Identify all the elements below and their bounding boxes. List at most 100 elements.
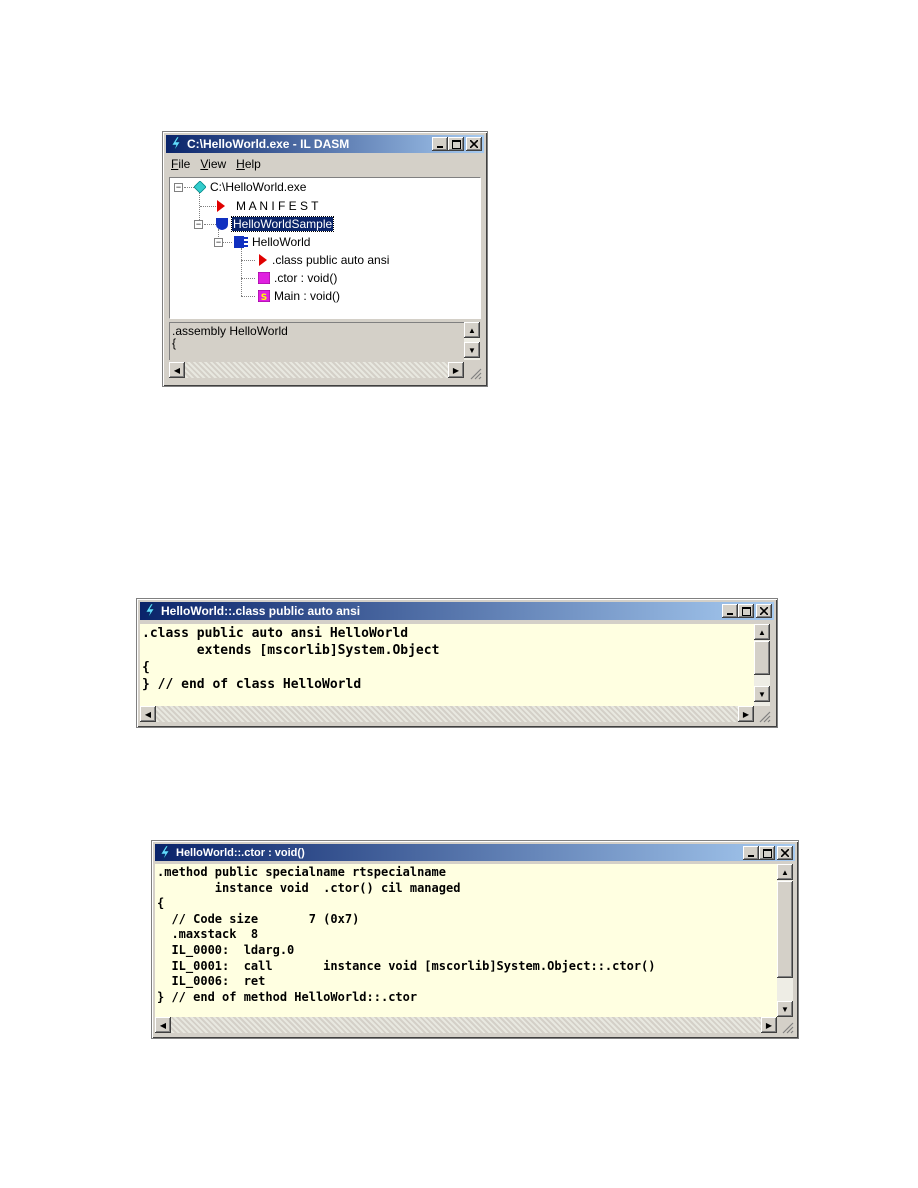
- ctor-code-text[interactable]: .method public specialname rtspecialname…: [155, 864, 777, 1017]
- scroll-right-button[interactable]: ▶: [448, 362, 464, 378]
- resize-grip-icon[interactable]: [468, 366, 482, 380]
- scroll-right-icon: ▶: [742, 709, 750, 719]
- menu-file[interactable]: File: [171, 157, 190, 171]
- tree-item-class-decl[interactable]: .class public auto ansi: [258, 251, 389, 269]
- scroll-down-button[interactable]: ▼: [464, 342, 480, 358]
- scroll-up-button[interactable]: ▲: [777, 864, 793, 880]
- maximize-button[interactable]: [738, 604, 754, 618]
- ildasm-app-icon: [145, 603, 155, 619]
- minimize-icon: [727, 613, 733, 615]
- class-titlebar[interactable]: HelloWorld::.class public auto ansi: [140, 602, 774, 620]
- menu-view[interactable]: View: [200, 157, 226, 171]
- ildasm-titlebar[interactable]: C:\HelloWorld.exe - IL DASM: [166, 135, 484, 153]
- scroll-up-icon: ▲: [468, 325, 476, 335]
- scroll-up-icon: ▲: [781, 867, 789, 877]
- scroll-up-button[interactable]: ▲: [754, 624, 770, 640]
- scroll-up-button[interactable]: ▲: [464, 322, 480, 338]
- ildasm-window: C:\HelloWorld.exe - IL DASM File View He…: [162, 131, 488, 387]
- class-decl-triangle-icon: [259, 254, 267, 266]
- tree-connector: [241, 248, 242, 296]
- info-line: {: [172, 336, 177, 350]
- tree-item-ctor[interactable]: .ctor : void(): [258, 269, 337, 287]
- tree-label-ctor: .ctor : void(): [274, 271, 338, 285]
- scroll-left-icon: ◀: [173, 365, 181, 375]
- scroll-down-button[interactable]: ▼: [777, 1001, 793, 1017]
- scroll-right-button[interactable]: ▶: [761, 1017, 777, 1033]
- scroll-left-button[interactable]: ◀: [140, 706, 156, 722]
- expander-minus-icon[interactable]: −: [214, 238, 223, 247]
- menu-view-key: V: [200, 157, 209, 171]
- info-line: .assembly HelloWorld: [172, 324, 288, 338]
- menu-file-rest: ile: [178, 157, 191, 171]
- resize-grip-icon[interactable]: [757, 709, 771, 723]
- menu-help[interactable]: Help: [236, 157, 261, 171]
- scroll-left-button[interactable]: ◀: [169, 362, 185, 378]
- scroll-down-button[interactable]: ▼: [754, 686, 770, 702]
- menu-help-rest: elp: [244, 157, 261, 171]
- tree-label-root: C:\HelloWorld.exe: [210, 180, 307, 194]
- maximize-button[interactable]: [448, 137, 464, 151]
- tree-label-namespace: HelloWorldSample: [230, 216, 335, 232]
- scroll-thumb[interactable]: [754, 641, 770, 675]
- close-icon: [470, 140, 478, 148]
- tree-connector: [222, 242, 232, 243]
- ctor-titlebar[interactable]: HelloWorld::.ctor : void(): [155, 844, 795, 861]
- scroll-thumb[interactable]: [777, 881, 793, 978]
- scroll-right-icon: ▶: [765, 1020, 773, 1030]
- scroll-right-icon: ▶: [452, 365, 460, 375]
- tree-label-class-decl: .class public auto ansi: [272, 253, 390, 267]
- manifest-triangle-icon: [217, 200, 225, 212]
- class-icon: [234, 236, 248, 248]
- resize-grip-icon[interactable]: [780, 1020, 794, 1034]
- minimize-icon: [437, 146, 443, 148]
- ildasm-app-icon: [171, 136, 181, 152]
- menu-view-rest: iew: [208, 157, 227, 171]
- tree-view[interactable]: − − − C:\HelloWorld.exe M A N I F E S T …: [169, 177, 481, 319]
- namespace-shield-icon: [216, 218, 228, 230]
- class-vertical-scrollbar[interactable]: ▲ ▼: [754, 624, 770, 706]
- info-vertical-scrollbar[interactable]: ▲ ▼: [464, 322, 480, 360]
- scroll-down-icon: ▼: [468, 345, 476, 355]
- minimize-button[interactable]: [722, 604, 738, 618]
- tree-item-main[interactable]: S Main : void(): [258, 287, 340, 305]
- tree-connector: [241, 296, 255, 297]
- tree-connector: [241, 260, 255, 261]
- assembly-diamond-icon: [194, 181, 206, 193]
- tree-label-main: Main : void(): [274, 289, 341, 303]
- expander-minus-icon[interactable]: −: [194, 220, 203, 229]
- close-button[interactable]: [756, 604, 772, 618]
- tree-item-root[interactable]: C:\HelloWorld.exe: [194, 178, 306, 196]
- ildasm-app-icon: [160, 845, 170, 860]
- class-horizontal-scrollbar[interactable]: ◀ ▶: [140, 706, 754, 722]
- ctor-horizontal-scrollbar[interactable]: ◀ ▶: [155, 1017, 777, 1033]
- scroll-left-button[interactable]: ◀: [155, 1017, 171, 1033]
- scroll-left-icon: ◀: [159, 1020, 167, 1030]
- minimize-button[interactable]: [432, 137, 448, 151]
- info-horizontal-scrollbar[interactable]: ◀ ▶: [169, 362, 464, 378]
- tree-item-namespace[interactable]: HelloWorldSample: [216, 215, 335, 233]
- method-icon: [258, 272, 270, 284]
- close-icon: [781, 849, 789, 857]
- menu-bar: File View Help: [167, 155, 267, 173]
- tree-item-class[interactable]: HelloWorld: [234, 233, 310, 251]
- class-window: HelloWorld::.class public auto ansi .cla…: [136, 598, 778, 728]
- maximize-button[interactable]: [759, 846, 775, 860]
- info-pane[interactable]: .assembly HelloWorld {: [169, 322, 464, 360]
- class-code-text[interactable]: .class public auto ansi HelloWorld exten…: [140, 624, 754, 706]
- svg-text:S: S: [261, 293, 267, 302]
- scroll-right-button[interactable]: ▶: [738, 706, 754, 722]
- scroll-down-icon: ▼: [758, 689, 766, 699]
- tree-label-class: HelloWorld: [252, 235, 311, 249]
- maximize-icon: [762, 848, 772, 858]
- minimize-button[interactable]: [743, 846, 759, 860]
- menu-help-key: H: [236, 157, 245, 171]
- ctor-window-title: HelloWorld::.ctor : void(): [176, 846, 305, 859]
- tree-connector: [204, 224, 216, 225]
- close-button[interactable]: [466, 137, 482, 151]
- expander-minus-icon[interactable]: −: [174, 183, 183, 192]
- maximize-icon: [451, 139, 461, 149]
- tree-item-manifest[interactable]: M A N I F E S T: [216, 197, 318, 215]
- close-icon: [760, 607, 768, 615]
- ctor-vertical-scrollbar[interactable]: ▲ ▼: [777, 864, 793, 1017]
- close-button[interactable]: [777, 846, 793, 860]
